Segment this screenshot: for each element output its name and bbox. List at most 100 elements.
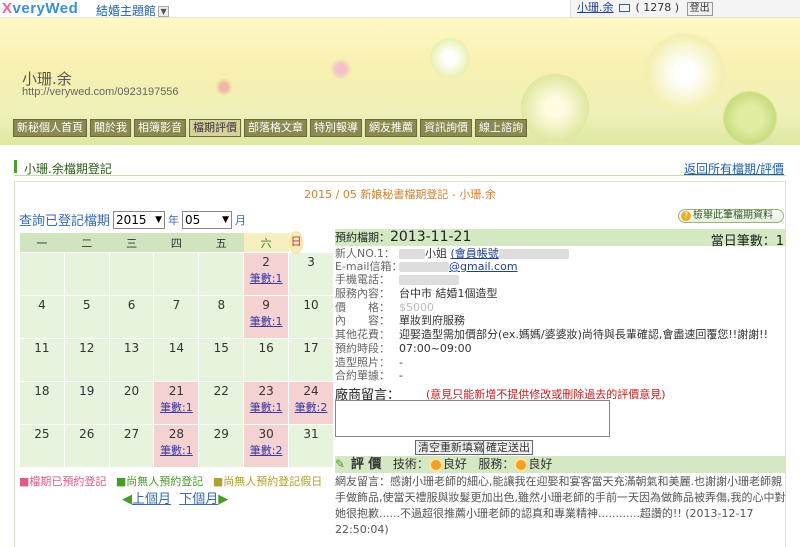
calendar-day: 31 (288, 424, 334, 468)
day-number: 21 (168, 384, 185, 398)
query-row: 查詢已登記檔期 2015 ▼ 年 05 ▼ 月 (19, 210, 246, 229)
day-number: 24 (303, 384, 319, 398)
chevron-down-icon: ▼ (155, 214, 163, 225)
calendar-day[interactable]: 24 筆數:2 (288, 381, 334, 425)
pencil-icon: ✎ (335, 457, 346, 471)
triangle-right-icon[interactable]: ▶ (218, 492, 228, 507)
section-title: 小珊.余檔期登記 (24, 162, 112, 176)
day-number: 5 (82, 298, 91, 312)
year-select[interactable]: 2015 ▼ (113, 210, 166, 229)
triangle-left-icon[interactable]: ◀ (122, 492, 132, 507)
mail-icon[interactable] (619, 4, 630, 12)
prev-month-link[interactable]: 上個月 (132, 492, 171, 507)
calendar-legend: ■檔期已預約登記 ■尚無人預約登記 ■尚無人預約登記假日 (19, 473, 322, 489)
clear-button[interactable]: 清空重新填寫 (415, 440, 487, 455)
day-number: 29 (213, 427, 229, 441)
year-unit: 年 (168, 213, 180, 227)
day-number: 4 (38, 298, 46, 312)
email-link[interactable]: @gmail.com (449, 260, 518, 273)
calendar-day (198, 252, 245, 296)
redacted-text (498, 249, 569, 259)
booking-date: 預約檔期：2013-11-21 (335, 229, 471, 245)
review-text: 網友留言：感謝小珊老師的細心,能讓我在迎娶和宴客當天充滿朝氣和美麗.也謝謝小珊老… (335, 474, 786, 538)
query-label: 查詢已登記檔期 (19, 214, 111, 229)
day-number: 14 (168, 341, 185, 355)
calendar-day: 10 (288, 295, 334, 339)
user-box: 小珊.余 ( 1278 ) 登出 (570, 0, 800, 17)
calendar-day[interactable]: 21 筆數:1 (153, 381, 200, 425)
calendar-day: 12 (63, 338, 110, 382)
submit-button[interactable]: 確定送出 (483, 440, 533, 455)
booking-date-value: 2013-11-21 (390, 229, 472, 245)
report-booking-button[interactable]: ? 檢舉此筆檔期資料 (678, 209, 784, 223)
calendar-day[interactable]: 23 筆數:1 (243, 381, 290, 425)
user-name-link[interactable]: 小珊.余 (577, 1, 614, 14)
chevron-down-icon[interactable]: ▼ (158, 6, 170, 17)
day-number: 10 (303, 298, 319, 312)
booking-count-link[interactable]: 筆數:1 (154, 399, 198, 415)
review-header: ✎ 評 價 技術： 良好 服務： 良好 (335, 456, 786, 473)
nav-item[interactable]: 檔期評價 (189, 119, 241, 137)
month-unit: 月 (235, 213, 247, 227)
nav-item[interactable]: 網友推薦 (365, 119, 417, 137)
booking-count-link[interactable]: 筆數:2 (289, 399, 333, 415)
theme-hall-menu[interactable]: 結婚主題館 ▼ (96, 2, 170, 19)
booking-date-label: 預約檔期： (335, 231, 390, 244)
calendar-week-row: 25 26 27 28 筆數:1 29 30 筆數:2 31 (19, 424, 334, 468)
day-number: 3 (307, 255, 315, 269)
month-select[interactable]: 05 ▼ (182, 210, 233, 229)
calendar-day (19, 252, 65, 296)
calendar-week-row: 11 12 13 14 15 16 17 (19, 338, 334, 382)
logout-button[interactable]: 登出 (686, 2, 713, 16)
calendar-day: 22 (198, 381, 245, 425)
legend-open-holiday: ■尚無人預約登記假日 (212, 475, 323, 488)
legend-booked: ■檔期已預約登記 (19, 475, 107, 488)
contract-value: - (399, 369, 403, 382)
mail-count[interactable]: ( 1278 ) (636, 1, 680, 14)
booking-count-link[interactable]: 筆數:1 (244, 399, 288, 415)
other-cost-label: 其他花費： (335, 328, 390, 341)
day-number: 15 (213, 341, 229, 355)
booking-count-link[interactable]: 筆數:2 (244, 442, 288, 458)
member-account-link[interactable]: (會員帳號 (451, 247, 499, 260)
nav-item[interactable]: 關於我 (90, 119, 131, 137)
vendor-comment-textarea[interactable] (335, 400, 610, 437)
booking-date-header: 預約檔期：2013-11-21 當日筆數：1 (335, 229, 786, 249)
day-number: 31 (303, 427, 319, 441)
photo-value: - (399, 356, 403, 369)
logo-mark: X (2, 0, 13, 17)
top-bar: XveryWed 結婚主題館 ▼ 小珊.余 ( 1278 ) 登出 (0, 0, 800, 18)
nav-item[interactable]: 新秘個人首頁 (13, 119, 87, 137)
day-number: 26 (79, 427, 95, 441)
calendar-day: 27 (108, 424, 155, 468)
booking-count-link[interactable]: 筆數:1 (244, 270, 288, 286)
calendar-day[interactable]: 28 筆數:1 (153, 424, 200, 468)
profile-url[interactable]: http://verywed.com/0923197556 (22, 86, 179, 98)
weekday-header: 日 (290, 233, 302, 252)
verywed-logo[interactable]: XveryWed (2, 0, 78, 17)
day-number: 20 (123, 384, 140, 398)
booking-count-link[interactable]: 筆數:1 (154, 442, 198, 458)
next-month-link[interactable]: 下個月 (179, 492, 218, 507)
review-label: 評 價 (350, 457, 382, 472)
calendar-day: 19 (63, 381, 110, 425)
report-booking-label: 檢舉此筆檔期資料 (693, 210, 773, 221)
weekday-header: 一 (19, 233, 65, 253)
daily-count: 當日筆數：1 (711, 230, 784, 249)
nav-item[interactable]: 資訊詢價 (420, 119, 472, 137)
calendar-day: 13 (108, 338, 155, 382)
back-to-all-link[interactable]: 返回所有檔期/評價 (684, 160, 784, 177)
nav-item[interactable]: 線上諮詢 (475, 119, 527, 137)
nav-item[interactable]: 相簿影音 (134, 119, 186, 137)
calendar-week-row: 18 19 20 21 筆數:1 22 23 筆數:1 24 筆數:2 (19, 381, 334, 425)
day-number: 17 (303, 341, 319, 355)
tech-value: 良好 (442, 457, 467, 471)
weekday-row: 一二三四五六日 (19, 233, 334, 253)
nav-item[interactable]: 特別報導 (310, 119, 362, 137)
calendar-day[interactable]: 30 筆數:2 (243, 424, 290, 468)
booking-count-link[interactable]: 筆數:1 (244, 313, 288, 329)
section-header: 小珊.余檔期登記 返回所有檔期/評價 (14, 158, 786, 176)
nav-item[interactable]: 部落格文章 (244, 119, 307, 137)
calendar-day[interactable]: 2 筆數:1 (243, 252, 290, 296)
calendar-day[interactable]: 9 筆數:1 (243, 295, 290, 339)
